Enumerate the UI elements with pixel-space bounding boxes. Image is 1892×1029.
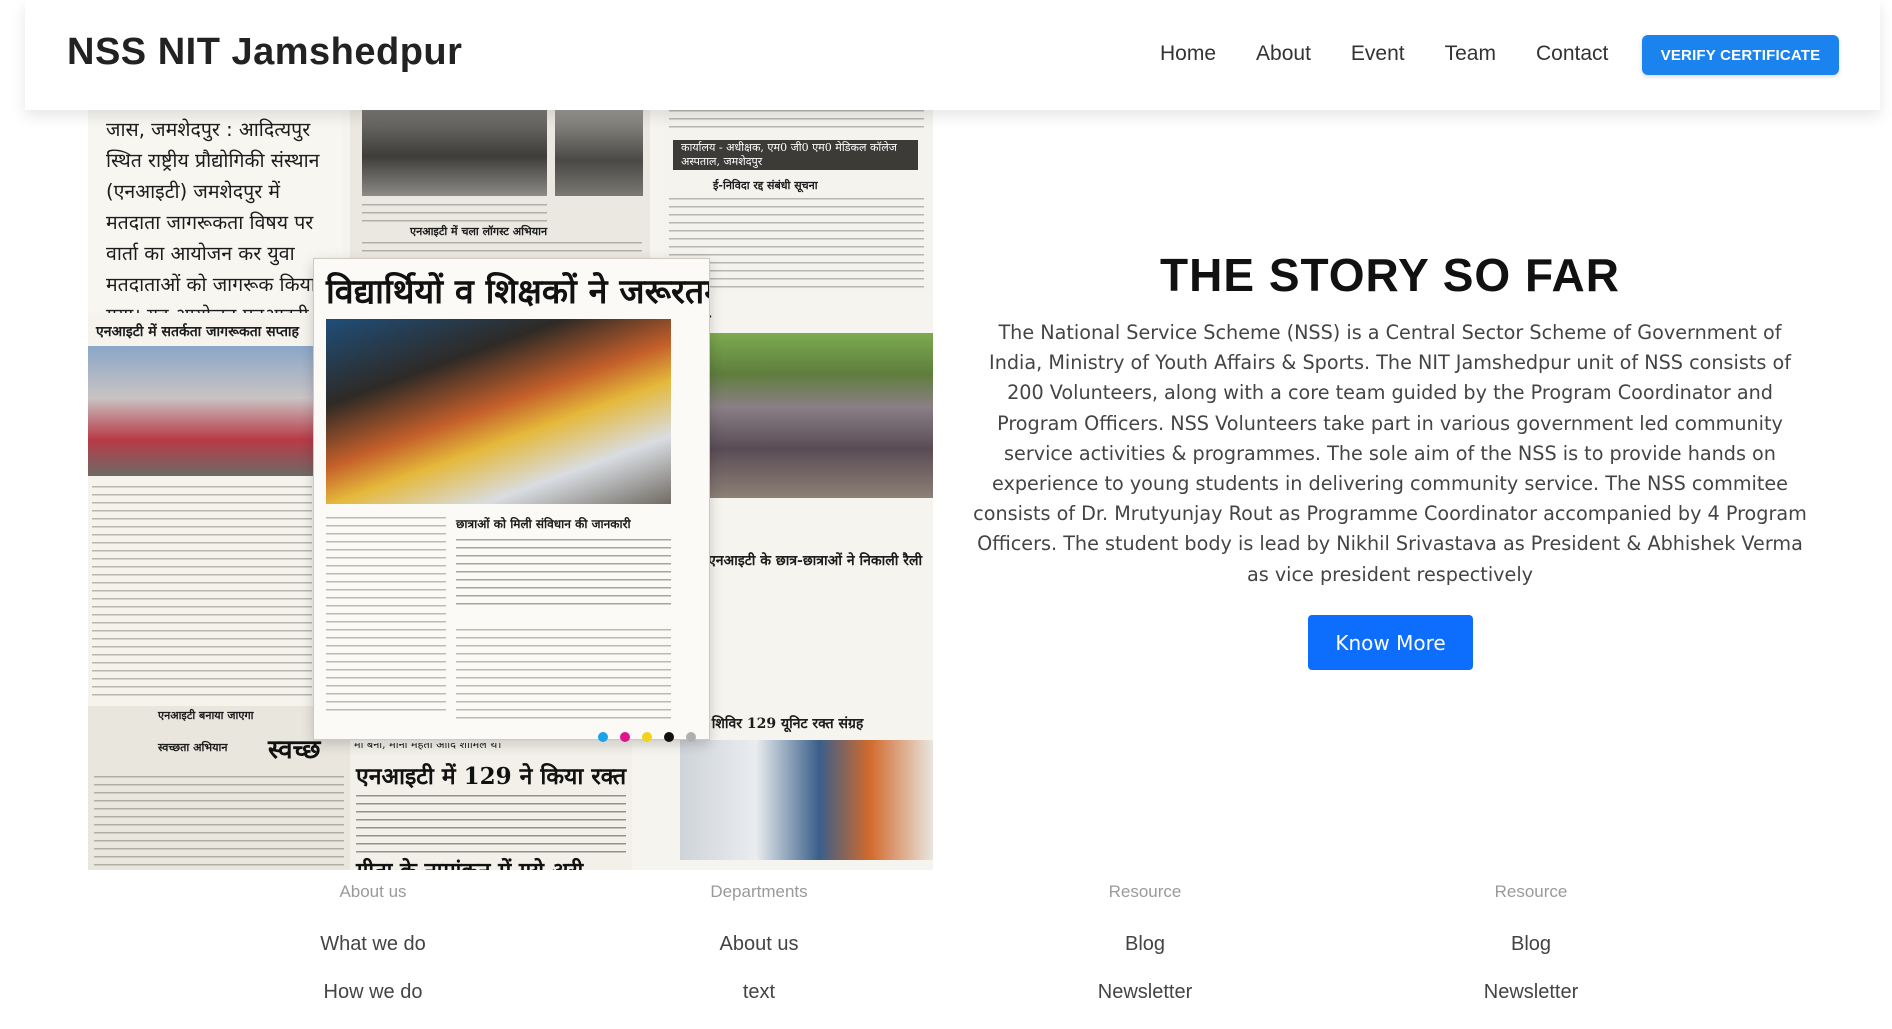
footer-link[interactable]: About us — [609, 933, 909, 956]
navbar: NSS NIT Jamshedpur Home About Event Team… — [25, 0, 1880, 110]
clipping-campaign-photo: एनआइटी में चला लॉगस्ट अभियान — [350, 108, 650, 258]
story-title: THE STORY SO FAR — [1160, 249, 1620, 301]
clipping-blood-camp: दान शिविर 129 यूनिट रक्त संग्रह — [680, 706, 933, 870]
carousel-dot[interactable] — [664, 732, 674, 742]
footer-link[interactable]: What we do — [223, 933, 523, 956]
footer-heading: Resource — [1108, 882, 1182, 901]
clipping-vigilance-week: एनआइटी में सतर्कता जागरूकता सप्ताह — [88, 316, 318, 706]
carousel-dot[interactable] — [620, 732, 630, 742]
newspaper-collage: जास, जमशेदपुर : आदित्यपुर स्थित राष्ट्री… — [88, 108, 933, 870]
footer-link[interactable]: Blog — [995, 933, 1295, 956]
nav-home[interactable]: Home — [1160, 42, 1216, 66]
footer-heading: About us — [339, 882, 407, 901]
rally-photo — [688, 333, 933, 498]
nav-event[interactable]: Event — [1351, 42, 1405, 66]
know-more-button[interactable]: Know More — [1308, 615, 1473, 670]
footer-link[interactable]: Newsletter — [1381, 981, 1681, 1004]
footer-column-departments: Departments About us text — [609, 882, 909, 1029]
footer-link[interactable]: text — [609, 981, 909, 1004]
footer-heading: Resource — [1494, 882, 1568, 901]
footer-link[interactable]: How we do — [223, 981, 523, 1004]
nav-contact[interactable]: Contact — [1536, 42, 1608, 66]
clipping-featured: विद्यार्थियों व शिक्षकों ने जरूरतमं छात्… — [313, 258, 710, 740]
newspaper-photo — [88, 346, 313, 476]
carousel-dots — [598, 732, 696, 742]
carousel-dot[interactable] — [598, 732, 608, 742]
footer-link[interactable]: Blog — [1381, 933, 1681, 956]
story-description: The National Service Scheme (NSS) is a C… — [973, 321, 1807, 586]
verify-certificate-button[interactable]: VERIFY CERTIFICATE — [1642, 35, 1839, 75]
carousel-dot[interactable] — [686, 732, 696, 742]
footer-link[interactable]: Newsletter — [995, 981, 1295, 1004]
footer-column-resource-2: Resource Blog Newsletter — [1381, 882, 1681, 1029]
footer-heading: Departments — [710, 882, 808, 901]
footer-column-resource: Resource Blog Newsletter — [995, 882, 1295, 1029]
clipping-rally: कौ एनआइटी के छात्र-छात्राओं ने निकाली रै… — [688, 303, 933, 703]
volunteer-distribution-photo — [326, 319, 671, 504]
footer-column-about: About us What we do How we do — [223, 882, 523, 1029]
newspaper-photo — [555, 108, 643, 196]
newspaper-photo — [362, 108, 547, 196]
nav-team[interactable]: Team — [1445, 42, 1496, 66]
carousel-dot[interactable] — [642, 732, 652, 742]
nav-links: Home About Event Team Contact — [1160, 42, 1648, 66]
nav-about[interactable]: About — [1256, 42, 1311, 66]
clipping-blood-donation: मा बना, माना महता आदि शामिल थे। एनआइटी म… — [350, 743, 632, 870]
brand-logo[interactable]: NSS NIT Jamshedpur — [67, 31, 462, 74]
blood-camp-photo — [680, 740, 933, 860]
clipping-voter-awareness: जास, जमशेदपुर : आदित्यपुर स्थित राष्ट्री… — [88, 108, 343, 313]
clipping-cleanliness: एनआइटी बनाया जाएगा स्वच्छता अभियान स्वच्… — [88, 706, 350, 870]
